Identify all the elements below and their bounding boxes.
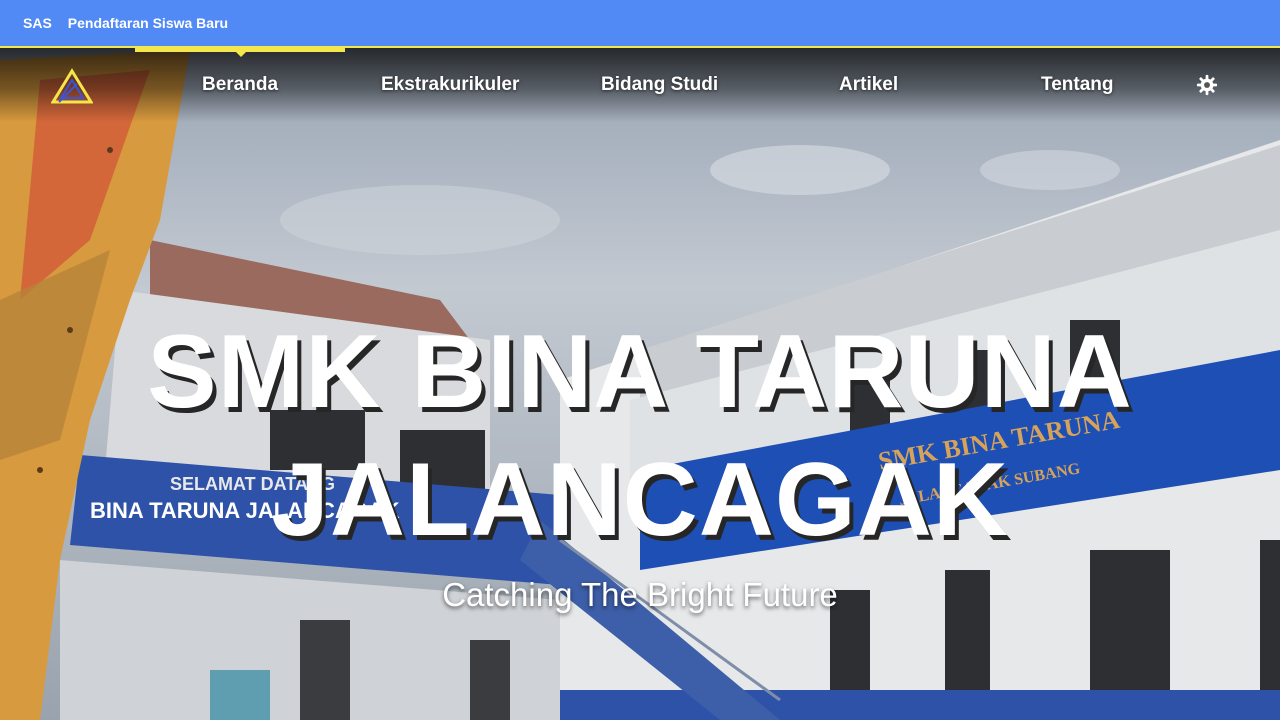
hero-title-line2: JALANCAGAK	[271, 442, 1009, 558]
triangle-logo-icon[interactable]	[51, 68, 93, 104]
nav-item-bidang-studi[interactable]: Bidang Studi	[601, 74, 718, 96]
registration-link[interactable]: Pendaftaran Siswa Baru	[68, 15, 228, 31]
active-tab-caret	[235, 51, 247, 57]
hero-title: SMK BINA TARUNA JALANCAGAK	[0, 308, 1280, 564]
gear-icon[interactable]	[1196, 74, 1218, 96]
sas-link[interactable]: SAS	[23, 15, 52, 31]
nav-item-beranda[interactable]: Beranda	[202, 74, 278, 96]
nav-item-tentang[interactable]: Tentang	[1041, 74, 1113, 96]
top-bar: SAS Pendaftaran Siswa Baru	[0, 0, 1280, 48]
hero-subtitle: Catching The Bright Future	[442, 576, 838, 613]
nav-item-ekstrakurikuler[interactable]: Ekstrakurikuler	[381, 74, 519, 96]
main-nav: Beranda Ekstrakurikuler Bidang Studi Art…	[0, 48, 1280, 122]
nav-item-artikel[interactable]: Artikel	[839, 74, 898, 96]
hero-title-line1: SMK BINA TARUNA	[147, 314, 1133, 430]
